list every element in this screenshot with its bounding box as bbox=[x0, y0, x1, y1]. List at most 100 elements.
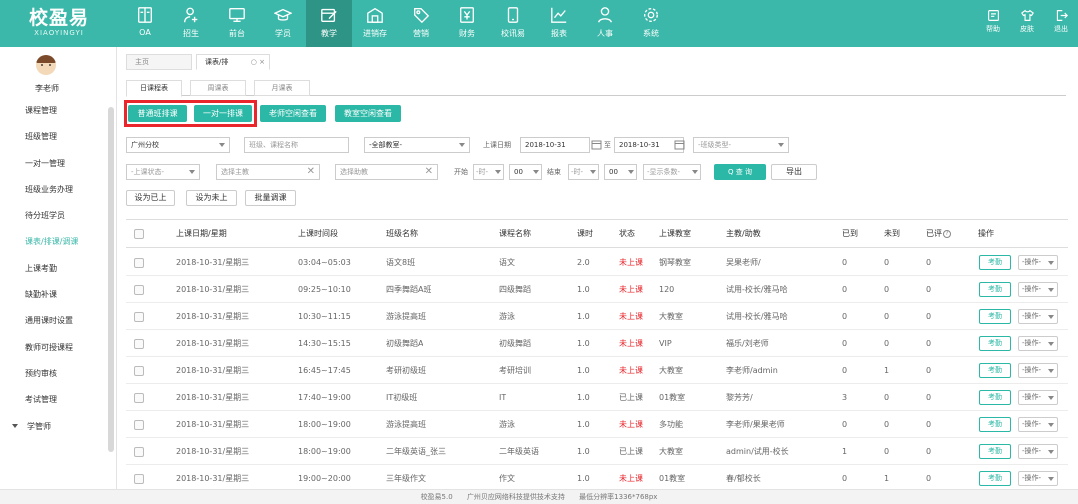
table-row[interactable]: 2018-10-31/星期三 09:25~10:10 四季舞蹈A班 四级舞蹈 1.0 未上… bbox=[126, 276, 1068, 303]
table-row[interactable]: 2018-10-31/星期三 14:30~15:15 初级舞蹈A 初级舞蹈 1.0 未上课… bbox=[126, 330, 1068, 357]
attendance-button[interactable]: 考勤 bbox=[979, 417, 1011, 432]
row-checkbox[interactable] bbox=[134, 447, 144, 457]
row-action-select[interactable]: -操作- bbox=[1018, 336, 1058, 351]
set-undone-button[interactable]: 设为未上 bbox=[186, 190, 237, 206]
sidebar-item-makeup[interactable]: 缺勤补课 bbox=[0, 282, 110, 308]
tab-week[interactable]: 周课表 bbox=[190, 80, 246, 96]
sidebar-item-exam[interactable]: 考试管理 bbox=[0, 387, 110, 413]
row-checkbox[interactable] bbox=[134, 312, 144, 322]
page-tab-home[interactable]: 主页 bbox=[126, 54, 192, 70]
classroom-free-button[interactable]: 教室空闲查看 bbox=[335, 105, 401, 122]
sidebar-group-advisor[interactable]: 学管师 bbox=[0, 414, 110, 440]
sidebar-item-class-business[interactable]: 班级业务办理 bbox=[0, 177, 110, 203]
classroom-select[interactable]: -全部教室- bbox=[364, 137, 470, 153]
main-teacher-input[interactable]: 选择主教 ✕ bbox=[216, 164, 320, 180]
attendance-button[interactable]: 考勤 bbox=[979, 309, 1011, 324]
table-row[interactable]: 2018-10-31/星期三 18:00~19:00 二年级英语_张三 二年级英语 1.… bbox=[126, 438, 1068, 465]
help-button[interactable]: 帮助 bbox=[980, 0, 1006, 47]
class-type-select[interactable]: -班级类型- bbox=[693, 137, 789, 153]
table-row[interactable]: 2018-10-31/星期三 16:45~17:45 考研初级班 考研培训 1.0 未上课… bbox=[126, 357, 1068, 384]
sidebar-item-one-on-one[interactable]: 一对一管理 bbox=[0, 151, 110, 177]
calendar-icon[interactable] bbox=[591, 137, 602, 153]
row-action-select[interactable]: -操作- bbox=[1018, 282, 1058, 297]
row-checkbox[interactable] bbox=[134, 474, 144, 484]
nav-item-enroll[interactable]: 招生 bbox=[168, 0, 214, 47]
table-row[interactable]: 2018-10-31/星期三 19:00~20:00 三年级作文 作文 1.0 未上课 01… bbox=[126, 465, 1068, 489]
row-action-select[interactable]: -操作- bbox=[1018, 309, 1058, 324]
nav-item-mobile[interactable]: 校讯易 bbox=[490, 0, 536, 47]
select-all-checkbox[interactable] bbox=[134, 229, 144, 239]
sidebar-item-schedule[interactable]: 课表/排课/调课 bbox=[0, 229, 110, 255]
skin-button[interactable]: 皮肤 bbox=[1014, 0, 1040, 47]
table-row[interactable]: 2018-10-31/星期三 17:40~19:00 IT初级班 IT 1.0 已上课 01… bbox=[126, 384, 1068, 411]
nav-item-report[interactable]: 报表 bbox=[536, 0, 582, 47]
export-button[interactable]: 导出 bbox=[771, 164, 817, 180]
row-action-select[interactable]: -操作- bbox=[1018, 417, 1058, 432]
table-row[interactable]: 2018-10-31/星期三 18:00~19:00 游泳提高班 游泳 1.0 未上课 多功… bbox=[126, 411, 1068, 438]
row-action-select[interactable]: -操作- bbox=[1018, 444, 1058, 459]
page-tab-schedule[interactable]: 课表/排 ○ × bbox=[196, 54, 270, 70]
clear-icon[interactable]: ✕ bbox=[307, 165, 315, 179]
calendar-icon[interactable] bbox=[674, 137, 685, 153]
date-from-input[interactable]: 2018-10-31 bbox=[520, 137, 590, 153]
sidebar-item-hours-setting[interactable]: 通用课时设置 bbox=[0, 308, 110, 334]
row-action-value: -操作- bbox=[1022, 285, 1042, 293]
row-action-select[interactable]: -操作- bbox=[1018, 255, 1058, 270]
nav-item-hr[interactable]: 人事 bbox=[582, 0, 628, 47]
start-min-select[interactable]: 00 bbox=[509, 164, 542, 180]
end-hour-select[interactable]: -时- bbox=[568, 164, 599, 180]
sidebar-item-attendance[interactable]: 上课考勤 bbox=[0, 256, 110, 282]
row-action-select[interactable]: -操作- bbox=[1018, 363, 1058, 378]
row-action-select[interactable]: -操作- bbox=[1018, 471, 1058, 486]
tab-day[interactable]: 日课程表 bbox=[126, 80, 182, 97]
tab-close-icon[interactable]: ○ × bbox=[251, 55, 265, 69]
attendance-button[interactable]: 考勤 bbox=[979, 336, 1011, 351]
nav-item-system[interactable]: 系统 bbox=[628, 0, 674, 47]
attendance-button[interactable]: 考勤 bbox=[979, 282, 1011, 297]
nav-item-teaching[interactable]: 教学 bbox=[306, 0, 352, 47]
info-icon[interactable]: ? bbox=[943, 230, 951, 238]
brand-logo[interactable]: 校盈易 XIAOYINGYI bbox=[0, 0, 118, 47]
nav-item-finance[interactable]: 财务 bbox=[444, 0, 490, 47]
attendance-button[interactable]: 考勤 bbox=[979, 390, 1011, 405]
attendance-button[interactable]: 考勤 bbox=[979, 255, 1011, 270]
table-row[interactable]: 2018-10-31/星期三 10:30~11:15 游泳提高班 游泳 1.0 未上课 大教… bbox=[126, 303, 1068, 330]
attendance-button[interactable]: 考勤 bbox=[979, 444, 1011, 459]
page-size-select[interactable]: -显示条数- bbox=[643, 164, 701, 180]
sidebar-item-booking[interactable]: 预约审核 bbox=[0, 361, 110, 387]
logout-button[interactable]: 退出 bbox=[1048, 0, 1074, 47]
set-done-button[interactable]: 设为已上 bbox=[126, 190, 175, 206]
row-checkbox[interactable] bbox=[134, 366, 144, 376]
attendance-button[interactable]: 考勤 bbox=[979, 363, 1011, 378]
nav-item-student[interactable]: 学员 bbox=[260, 0, 306, 47]
nav-item-marketing[interactable]: 营销 bbox=[398, 0, 444, 47]
row-checkbox[interactable] bbox=[134, 393, 144, 403]
class-search-input[interactable]: 班级、课程名称 bbox=[244, 137, 349, 153]
nav-item-frontdesk[interactable]: 前台 bbox=[214, 0, 260, 47]
nav-item-inventory[interactable]: 进销存 bbox=[352, 0, 398, 47]
nav-item-oa[interactable]: OA bbox=[122, 0, 168, 47]
assistant-input[interactable]: 选择助教 ✕ bbox=[335, 164, 438, 180]
table-row[interactable]: 2018-10-31/星期三 03:04~05:03 语文8班 语文 2.0 未上课 钢琴教… bbox=[126, 249, 1068, 276]
sidebar-scrollbar[interactable] bbox=[108, 107, 114, 452]
campus-select[interactable]: 广州分校 bbox=[126, 137, 230, 153]
row-action-select[interactable]: -操作- bbox=[1018, 390, 1058, 405]
row-checkbox[interactable] bbox=[134, 420, 144, 430]
start-hour-select[interactable]: -时- bbox=[473, 164, 504, 180]
end-min-select[interactable]: 00 bbox=[604, 164, 637, 180]
avatar[interactable] bbox=[36, 55, 56, 75]
sidebar-item-unassigned[interactable]: 待分班学员 bbox=[0, 203, 110, 229]
sidebar-item-class[interactable]: 班级管理 bbox=[0, 124, 110, 150]
tab-month[interactable]: 月课表 bbox=[254, 80, 310, 96]
status-select[interactable]: -上课状态- bbox=[126, 164, 200, 180]
row-checkbox[interactable] bbox=[134, 339, 144, 349]
clear-icon[interactable]: ✕ bbox=[425, 165, 433, 179]
teacher-free-button[interactable]: 老师空闲查看 bbox=[260, 105, 326, 122]
sidebar-item-course[interactable]: 课程管理 bbox=[0, 98, 110, 124]
attendance-button[interactable]: 考勤 bbox=[979, 471, 1011, 486]
query-button[interactable]: Q 查 询 bbox=[714, 164, 766, 180]
row-checkbox[interactable] bbox=[134, 258, 144, 268]
row-checkbox[interactable] bbox=[134, 285, 144, 295]
batch-reschedule-button[interactable]: 批量调课 bbox=[245, 190, 296, 206]
sidebar-item-teacher-courses[interactable]: 教师可授课程 bbox=[0, 335, 110, 361]
